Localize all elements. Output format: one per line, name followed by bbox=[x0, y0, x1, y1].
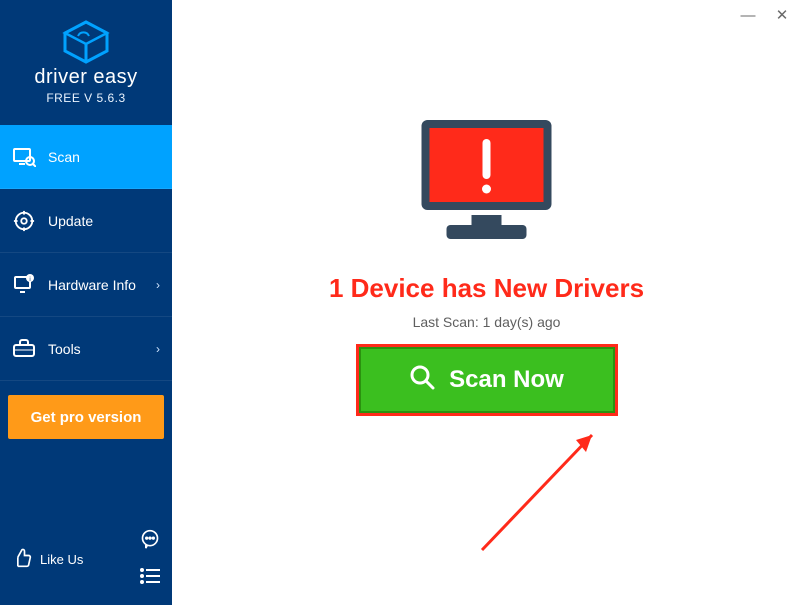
chevron-right-icon: › bbox=[156, 342, 160, 356]
sidebar-item-tools[interactable]: Tools › bbox=[0, 317, 172, 381]
scan-now-button[interactable]: Scan Now bbox=[359, 347, 615, 413]
last-scan-text: Last Scan: 1 day(s) ago bbox=[172, 314, 801, 330]
like-us-button[interactable]: Like Us bbox=[12, 548, 83, 571]
sidebar-item-scan[interactable]: Scan bbox=[0, 125, 172, 189]
brand-name: driver easy bbox=[34, 66, 137, 89]
update-icon bbox=[12, 209, 36, 233]
sidebar-item-update[interactable]: Update bbox=[0, 189, 172, 253]
logo-area: driver easy FREE V 5.6.3 bbox=[0, 0, 172, 125]
like-us-label: Like Us bbox=[40, 552, 83, 567]
sidebar-bottom: Like Us bbox=[0, 519, 172, 605]
minimize-button[interactable]: — bbox=[739, 6, 757, 24]
scan-icon bbox=[12, 145, 36, 169]
sidebar-item-label: Update bbox=[48, 213, 93, 229]
menu-icon[interactable] bbox=[140, 568, 160, 589]
thumbs-up-icon bbox=[12, 548, 32, 571]
status-headline: 1 Device has New Drivers bbox=[172, 273, 801, 304]
chevron-right-icon: › bbox=[156, 278, 160, 292]
sidebar-extra-icons bbox=[140, 529, 160, 589]
annotation-arrow-icon bbox=[472, 420, 632, 560]
feedback-icon[interactable] bbox=[140, 529, 160, 554]
close-button[interactable]: ✕ bbox=[773, 6, 791, 24]
scan-button-highlight: Scan Now bbox=[356, 344, 618, 416]
titlebar-controls: — ✕ bbox=[739, 6, 791, 24]
tools-icon bbox=[12, 337, 36, 361]
sidebar-item-label: Scan bbox=[48, 149, 80, 165]
sidebar-nav: Scan Update i Hardware Info › Tools bbox=[0, 125, 172, 381]
main-content: — ✕ 1 Device has New Drivers Last Scan: … bbox=[172, 0, 801, 605]
scan-button-label: Scan Now bbox=[449, 366, 564, 394]
app-logo-icon bbox=[61, 20, 111, 64]
brand-version: FREE V 5.6.3 bbox=[46, 91, 125, 105]
monitor-alert-icon bbox=[412, 115, 562, 245]
svg-text:i: i bbox=[29, 277, 30, 283]
sidebar-item-label: Hardware Info bbox=[48, 277, 136, 293]
sidebar-item-hardware[interactable]: i Hardware Info › bbox=[0, 253, 172, 317]
search-icon bbox=[409, 364, 435, 397]
status-panel: 1 Device has New Drivers Last Scan: 1 da… bbox=[172, 115, 801, 330]
hardware-icon: i bbox=[12, 273, 36, 297]
app-window: driver easy FREE V 5.6.3 Scan Update i bbox=[0, 0, 801, 605]
sidebar-item-label: Tools bbox=[48, 341, 81, 357]
sidebar: driver easy FREE V 5.6.3 Scan Update i bbox=[0, 0, 172, 605]
get-pro-button[interactable]: Get pro version bbox=[8, 395, 164, 439]
